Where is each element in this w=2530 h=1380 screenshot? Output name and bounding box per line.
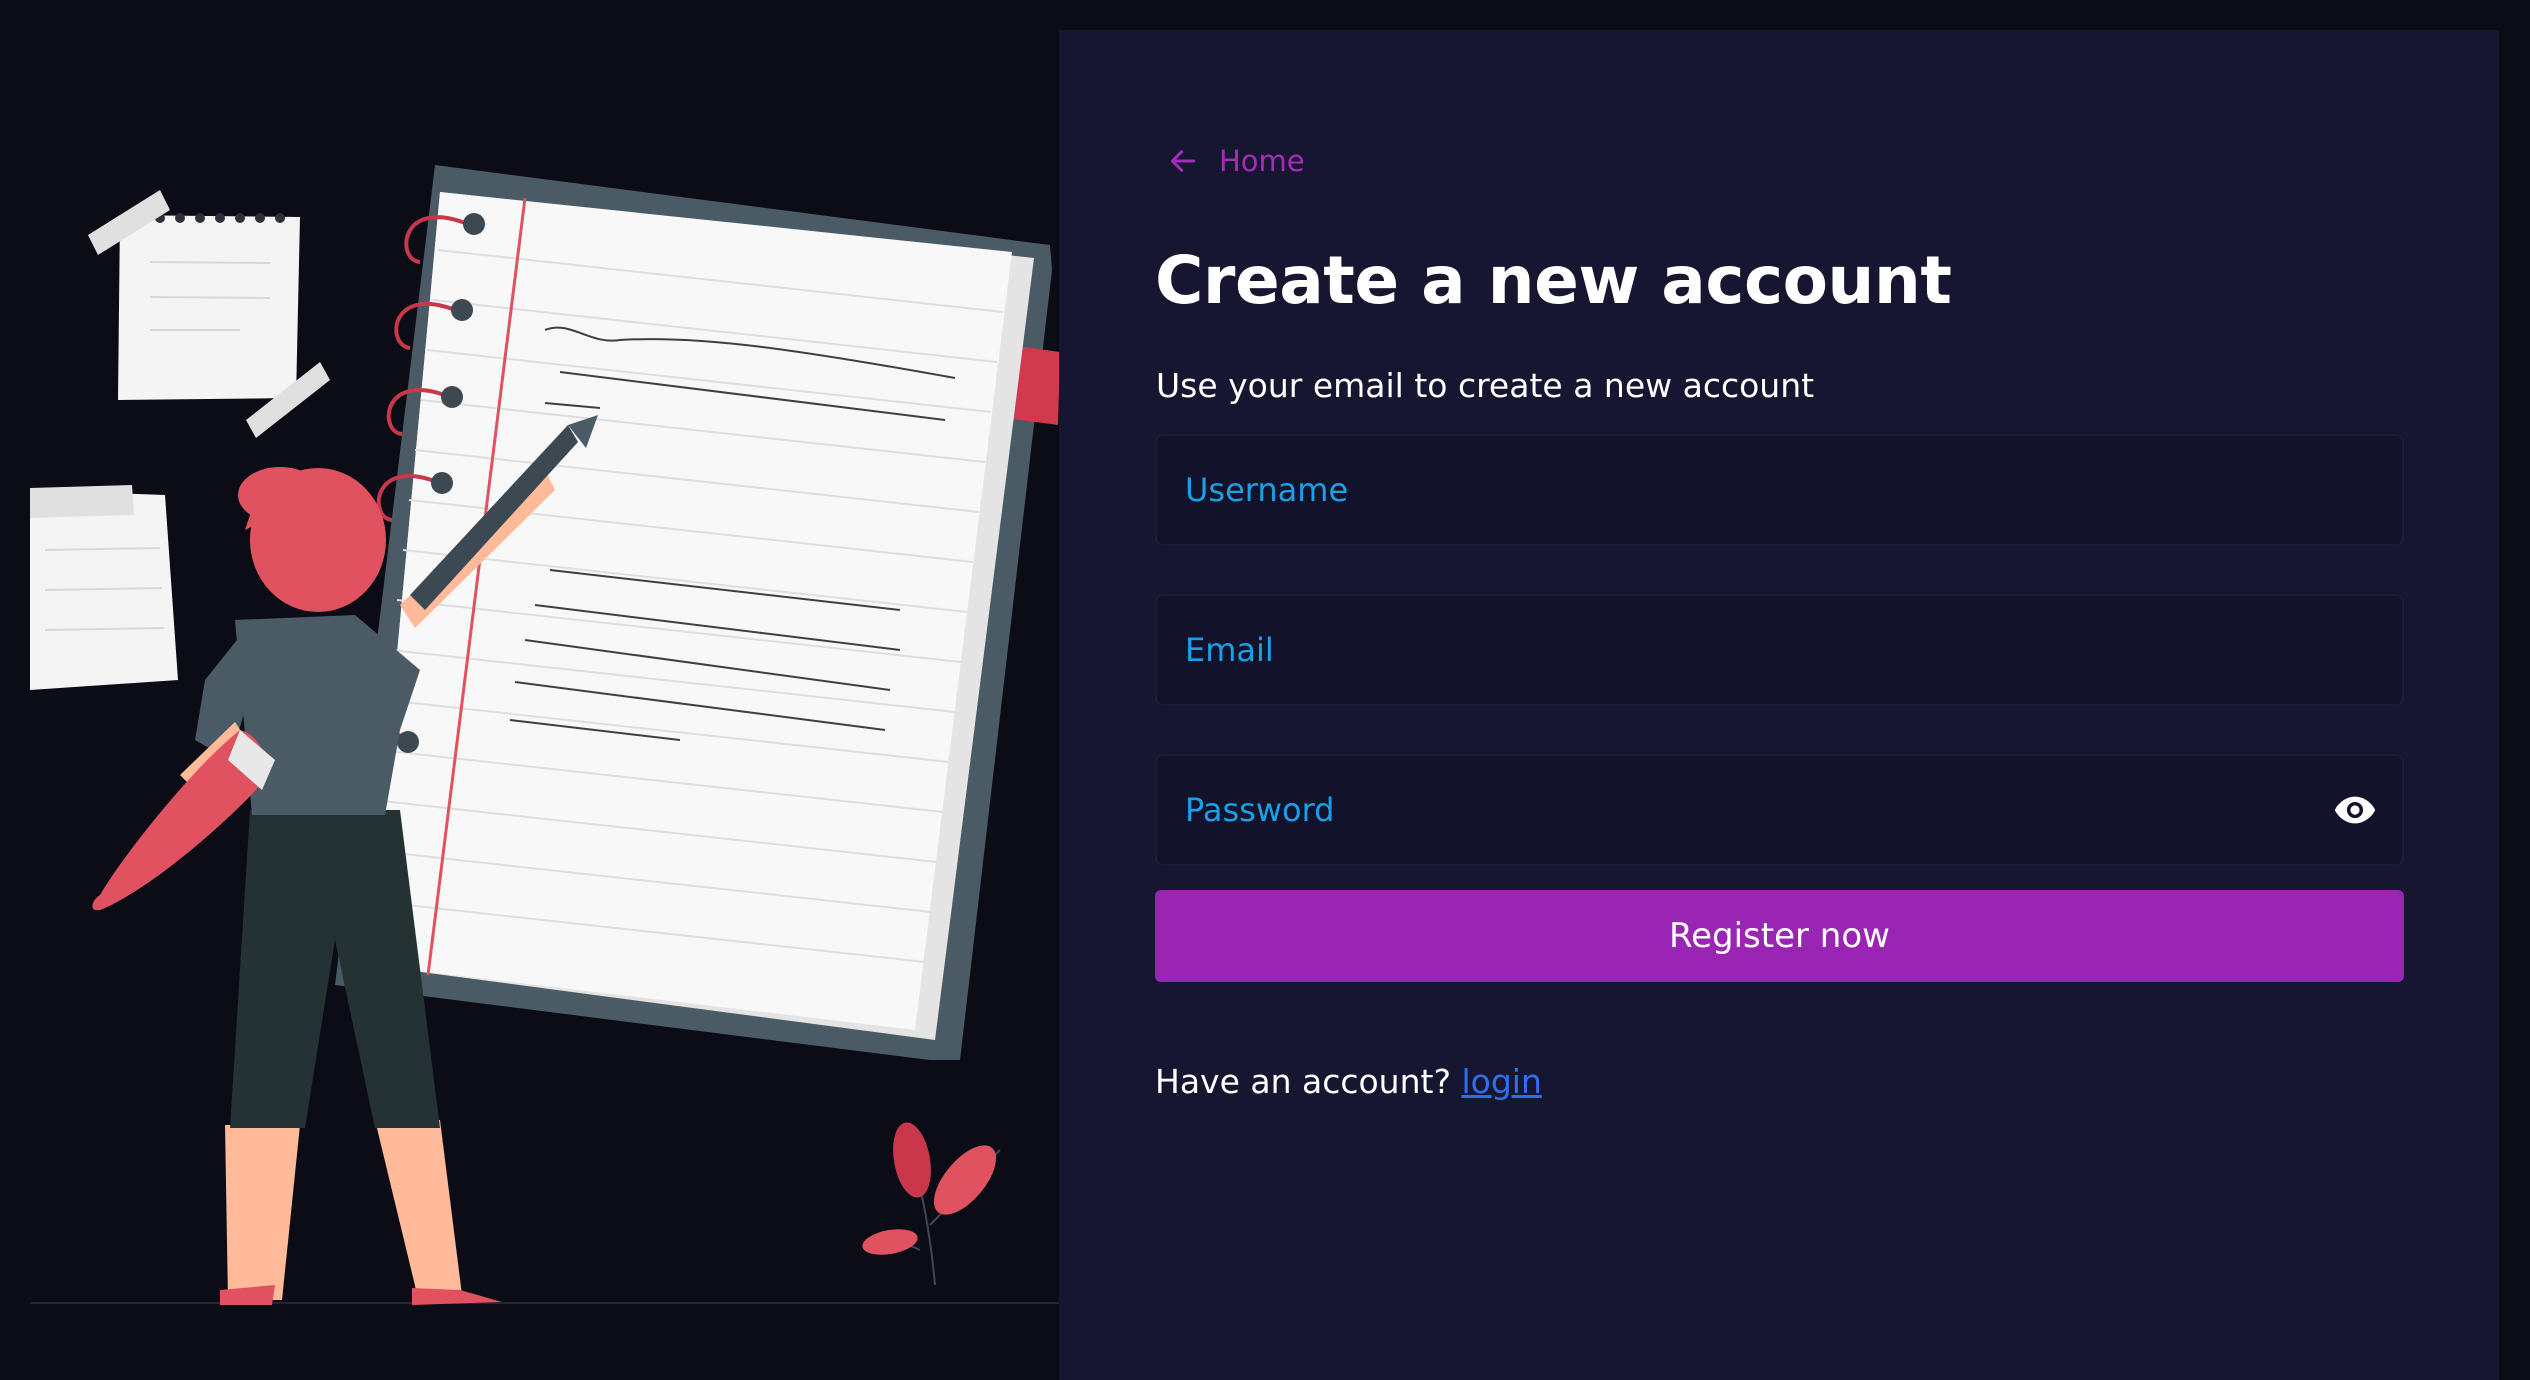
register-page: Home Create a new account Use your email… <box>0 0 2530 1380</box>
password-input[interactable] <box>1157 756 2402 864</box>
register-panel: Home Create a new account Use your email… <box>1059 30 2499 1380</box>
home-link-label: Home <box>1219 144 1305 178</box>
email-input[interactable] <box>1157 596 2402 704</box>
login-link[interactable]: login <box>1461 1062 1541 1101</box>
username-field <box>1155 434 2404 546</box>
page-subtitle: Use your email to create a new account <box>1156 366 1815 405</box>
username-input[interactable] <box>1157 436 2402 544</box>
home-link[interactable]: Home <box>1167 144 1305 178</box>
writing-illustration <box>0 0 1059 1380</box>
password-field <box>1155 754 2404 866</box>
eye-icon[interactable] <box>2332 787 2378 833</box>
login-prompt: Have an account? login <box>1155 1062 1542 1101</box>
notebook-woman-illustration <box>30 165 1059 1305</box>
page-title: Create a new account <box>1155 242 1952 319</box>
email-field <box>1155 594 2404 706</box>
login-prompt-text: Have an account? <box>1155 1062 1451 1101</box>
arrow-left-icon <box>1167 145 1199 177</box>
register-button[interactable]: Register now <box>1155 890 2404 982</box>
